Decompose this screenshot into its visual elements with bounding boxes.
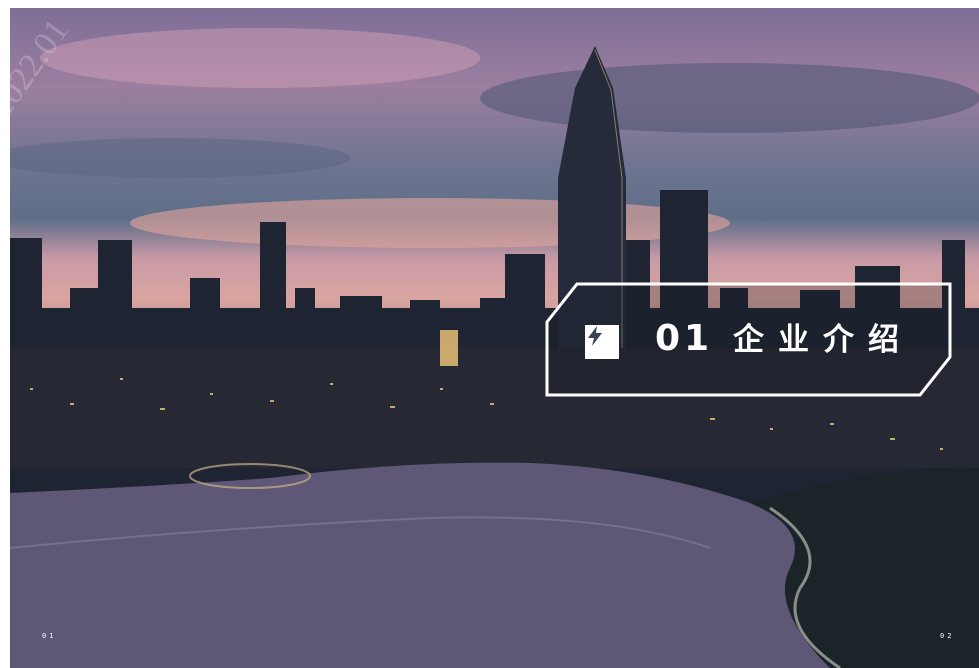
bay-water bbox=[10, 462, 830, 668]
lightning-bolt-icon bbox=[585, 325, 619, 359]
cloud bbox=[480, 63, 979, 133]
brochure-spread: 2022.01 01 企业介绍 01 02 bbox=[0, 0, 979, 668]
page-number-left: 01 bbox=[42, 632, 57, 640]
section-title: 企业介绍 bbox=[733, 322, 913, 358]
section-number: 01 bbox=[655, 318, 714, 359]
section-title-frame: 01 企业介绍 bbox=[545, 282, 952, 397]
page-number-right: 02 bbox=[940, 632, 955, 640]
